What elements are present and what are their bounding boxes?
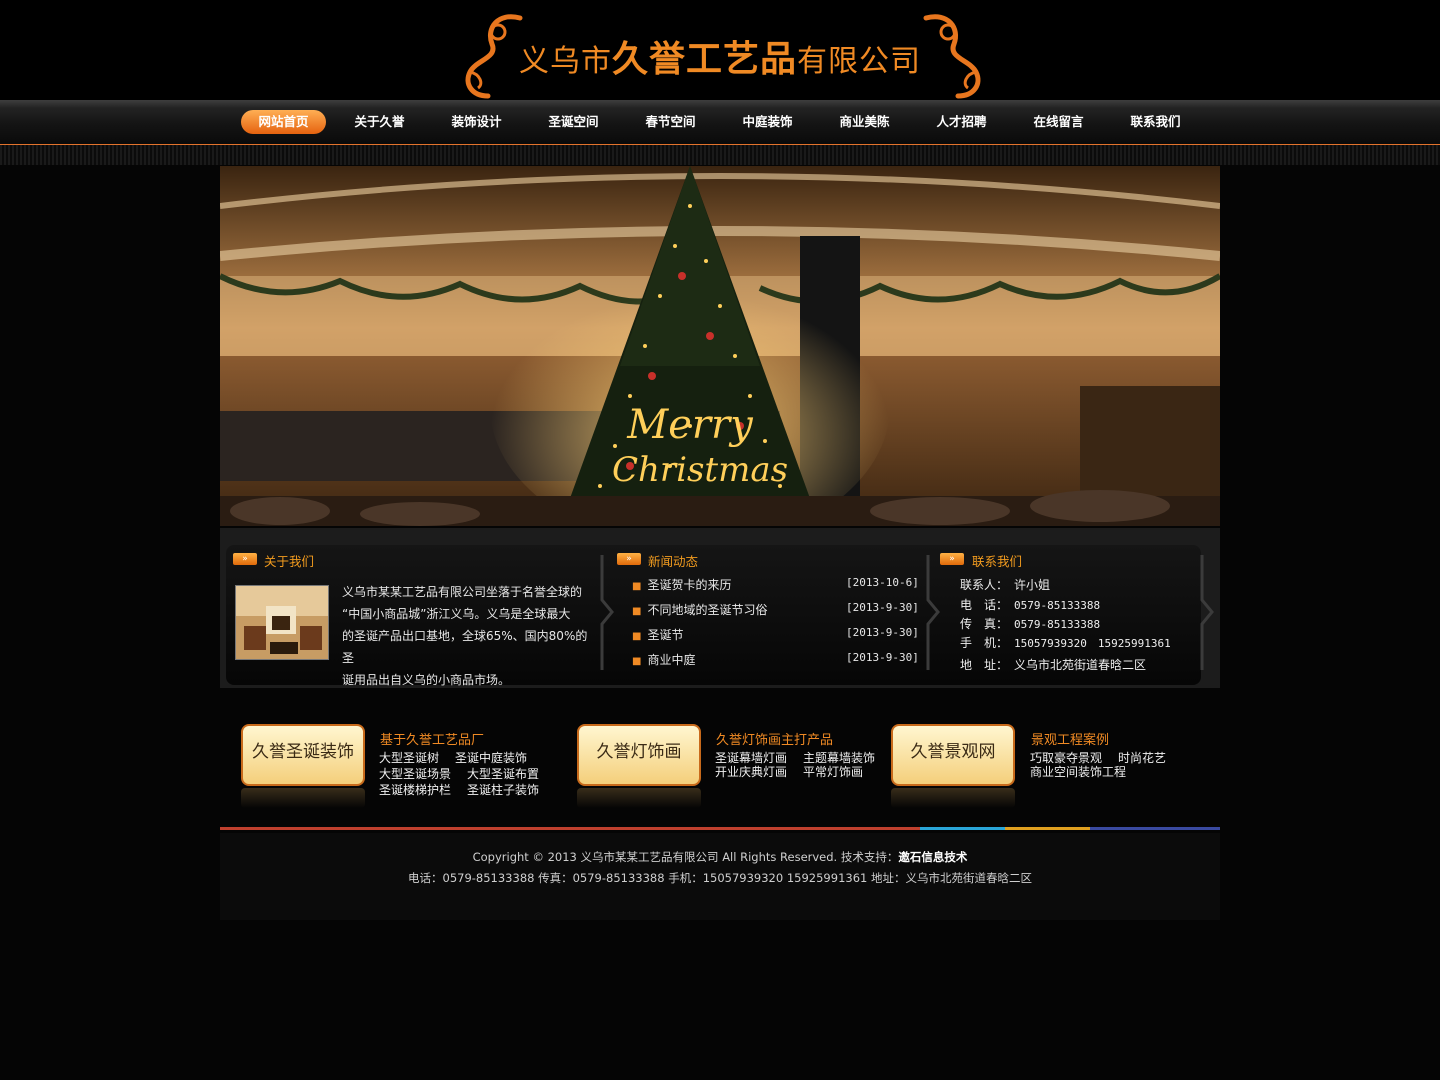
footer-color-rule — [220, 827, 1220, 830]
site-footer: Copyright © 2013 义乌市某某工艺品有限公司 All Rights… — [220, 833, 1220, 920]
contact-row: 地 址： 义乌市北苑街道春晗二区 — [960, 658, 1147, 672]
section-arrow-icon: » — [233, 553, 257, 565]
nav-christmas-space[interactable]: 圣诞空间 — [531, 110, 616, 134]
nav-home[interactable]: 网站首页 — [241, 110, 326, 134]
about-line: 义乌市某某工艺品有限公司坐落于名誉全球的 — [342, 585, 583, 599]
bullet-icon: ■ — [632, 631, 642, 642]
news-date: [2013-10-6] — [846, 576, 919, 589]
bullet-icon: ■ — [632, 606, 642, 617]
section-arrow-icon: » — [940, 553, 964, 565]
promo-title[interactable]: 景观工程案例 — [1031, 729, 1109, 748]
footer-contact: 电话：0579-85133388 传真：0579-85133388 手机：150… — [408, 871, 1032, 885]
tech-support-link[interactable]: 邀石信息技术 — [898, 850, 967, 864]
about-line: “中国小商品城”浙江义乌。义乌是全球最大 — [342, 607, 571, 621]
promo-reflection — [891, 788, 1015, 808]
about-line: 的圣诞产品出口基地，全球65%、国内80%的圣 — [342, 629, 588, 665]
panel-divider-icon — [1200, 555, 1214, 670]
nav-contact[interactable]: 联系我们 — [1113, 110, 1198, 134]
about-thumbnail[interactable] — [235, 585, 329, 660]
main-nav: 网站首页 关于久誉 装饰设计 圣诞空间 春节空间 中庭装饰 商业美陈 人才招聘 … — [0, 100, 1440, 145]
promo-lighting-button[interactable]: 久誉灯饰画 — [577, 724, 701, 786]
about-title[interactable]: 关于我们 — [264, 551, 314, 570]
contact-row: 传 真： 0579-85133388 — [960, 617, 1101, 631]
panel-divider-icon — [926, 555, 940, 670]
promo-line: 商业空间装饰工程 — [1030, 765, 1127, 779]
site-header: 义乌市久誉工艺品有限公司 — [0, 0, 1440, 100]
nav-commercial-display[interactable]: 商业美陈 — [822, 110, 907, 134]
about-text: 义乌市某某工艺品有限公司坐落于名誉全球的 “中国小商品城”浙江义乌。义乌是全球最… — [342, 581, 590, 691]
contact-row: 手 机： 15057939320 15925991361 — [960, 636, 1171, 650]
panel-divider-icon — [600, 555, 614, 670]
nav-recruitment[interactable]: 人才招聘 — [919, 110, 1004, 134]
nav-atrium-decoration[interactable]: 中庭装饰 — [725, 110, 810, 134]
nav-about[interactable]: 关于久誉 — [337, 110, 422, 134]
promo-title[interactable]: 基于久誉工艺品厂 — [380, 729, 484, 748]
news-item[interactable]: ■ 圣诞节 [2013-9-30] — [632, 626, 919, 643]
promo-christmas-button[interactable]: 久誉圣诞装饰 — [241, 724, 365, 786]
promo-line: 开业庆典灯画 平常灯饰画 — [715, 765, 864, 779]
banner-merry-text: Merry — [626, 402, 754, 448]
promo-landscape-button[interactable]: 久誉景观网 — [891, 724, 1015, 786]
logo-main: 久誉工艺品 — [611, 39, 797, 80]
news-item[interactable]: ■ 不同地域的圣诞节习俗 [2013-9-30] — [632, 601, 919, 618]
nav-decoration-design[interactable]: 装饰设计 — [434, 110, 519, 134]
logo-prefix: 义乌市 — [518, 44, 612, 79]
christmas-tree-scene: Merry Christmas — [220, 166, 1220, 526]
promo-reflection — [241, 788, 365, 808]
promo-title[interactable]: 久誉灯饰画主打产品 — [716, 729, 833, 748]
nav-spring-festival-space[interactable]: 春节空间 — [628, 110, 713, 134]
banner-christmas-text: Christmas — [612, 450, 788, 490]
right-ornament-icon — [923, 14, 981, 99]
footer-copyright: Copyright © 2013 义乌市某某工艺品有限公司 All Rights… — [472, 850, 968, 864]
contact-row: 联系人： 许小姐 — [960, 578, 1051, 592]
news-item[interactable]: ■ 商业中庭 [2013-9-30] — [632, 651, 919, 668]
nav-stripe-divider — [0, 145, 1440, 165]
banner-image: Merry Christmas — [220, 166, 1220, 526]
news-title[interactable]: 新闻动态 — [648, 551, 698, 570]
news-item[interactable]: ■ 圣诞贺卡的来历 [2013-10-6] — [632, 576, 919, 593]
section-arrow-icon: » — [617, 553, 641, 565]
contact-title[interactable]: 联系我们 — [972, 551, 1022, 570]
promo-line: 大型圣诞树 圣诞中庭装饰 — [379, 751, 528, 765]
bullet-icon: ■ — [632, 581, 642, 592]
promo-line: 圣诞楼梯护栏 圣诞柱子装饰 — [379, 783, 540, 797]
promo-line: 大型圣诞场景 大型圣诞布置 — [379, 767, 540, 781]
contact-row: 电 话： 0579-85133388 — [960, 598, 1101, 612]
news-date: [2013-9-30] — [846, 651, 919, 664]
news-date: [2013-9-30] — [846, 601, 919, 614]
bullet-icon: ■ — [632, 656, 642, 667]
nav-message[interactable]: 在线留言 — [1016, 110, 1101, 134]
about-line: 诞用品出自义乌的小商品市场。 — [342, 673, 511, 687]
logo-suffix: 有限公司 — [797, 44, 921, 79]
promo-reflection — [577, 788, 701, 808]
site-logo[interactable]: 义乌市久誉工艺品有限公司 — [0, 30, 1440, 82]
news-date: [2013-9-30] — [846, 626, 919, 639]
